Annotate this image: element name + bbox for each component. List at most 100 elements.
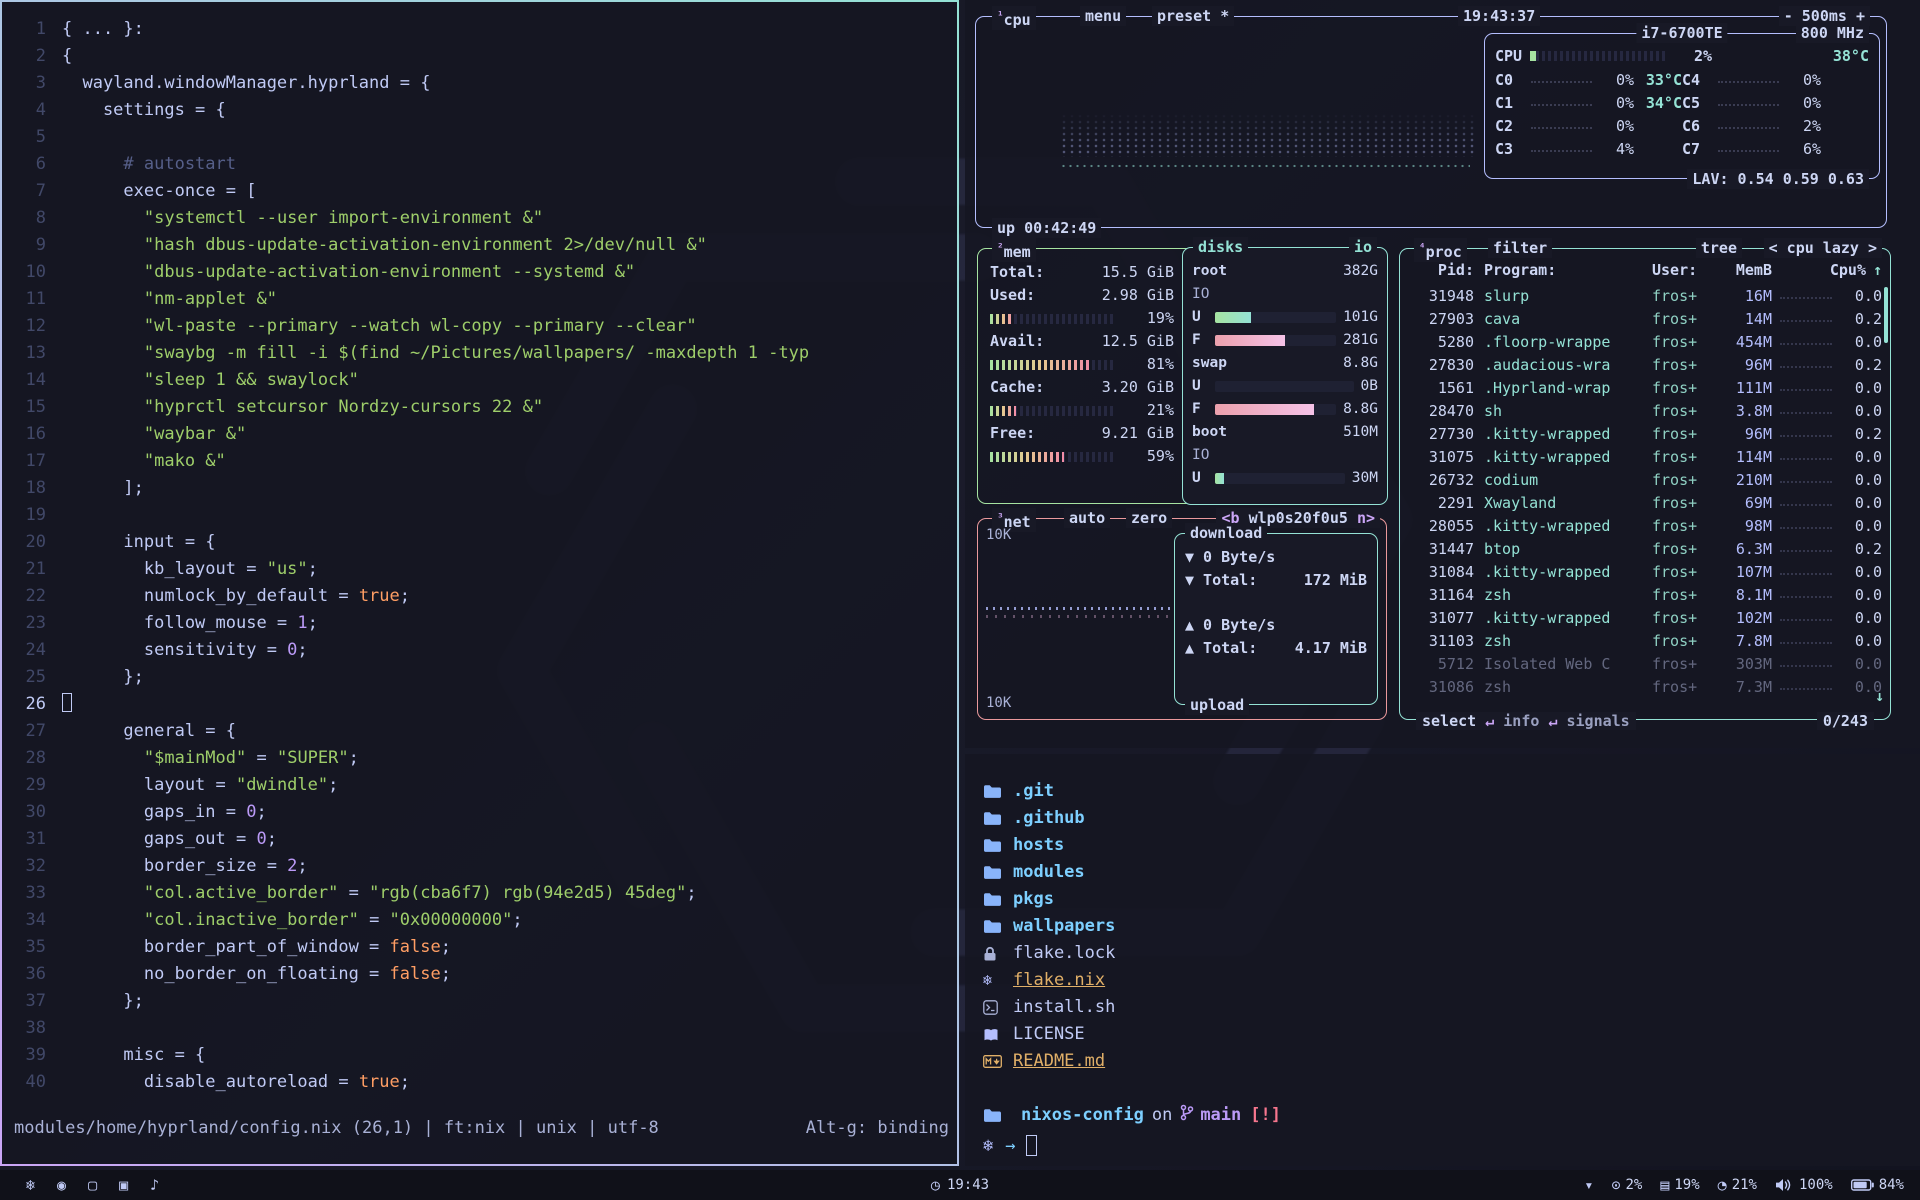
editor-line[interactable]: 11 "nm-applet &" [2, 286, 957, 313]
editor-line[interactable]: 10 "dbus-update-activation-environment -… [2, 259, 957, 286]
header-program[interactable]: Program: [1484, 259, 1652, 282]
header-pid[interactable]: Pid: [1408, 259, 1474, 282]
process-row[interactable]: 31103zshfros+7.8M0.0 [1408, 630, 1882, 653]
process-row[interactable]: 31084.kitty-wrappedfros+107M0.0 [1408, 561, 1882, 584]
process-row[interactable]: 31075.kitty-wrappedfros+114M0.0 [1408, 446, 1882, 469]
editor-line[interactable]: 40 disable_autoreload = true; [2, 1069, 957, 1096]
mem-box-title[interactable]: ²mem [992, 238, 1036, 262]
process-row[interactable]: 31086zshfros+7.3M0.0 [1408, 676, 1882, 699]
cpu-box-title[interactable]: ¹cpu [992, 6, 1036, 30]
preset-button[interactable]: preset * [1152, 6, 1234, 26]
proc-scrollbar[interactable] [1884, 287, 1888, 343]
editor-line[interactable]: 12 "wl-paste --primary --watch wl-copy -… [2, 313, 957, 340]
editor-line[interactable]: 37 }; [2, 988, 957, 1015]
disks-box-title[interactable]: disks [1193, 237, 1248, 257]
waybar-module-cpu[interactable]: ⊙2% [1611, 1176, 1642, 1194]
power-icon[interactable]: ◉ [57, 1176, 66, 1194]
editor-line[interactable]: 17 "mako &" [2, 448, 957, 475]
process-row[interactable]: 28055.kitty-wrappedfros+98M0.0 [1408, 515, 1882, 538]
net-zero-toggle[interactable]: zero [1126, 508, 1172, 528]
process-row[interactable]: 27830.audacious-wrafros+96M0.2 [1408, 354, 1882, 377]
process-row[interactable]: 31948slurpfros+16M0.0 [1408, 285, 1882, 308]
waybar-module-memory[interactable]: ▤19% [1660, 1176, 1699, 1194]
editor-line[interactable]: 29 layout = "dwindle"; [2, 772, 957, 799]
editor-window[interactable]: 1{ ... }:2{3 wayland.windowManager.hyprl… [0, 0, 959, 1166]
process-row[interactable]: 28470shfros+3.8M0.0 [1408, 400, 1882, 423]
window-icon[interactable]: ▢ [88, 1176, 97, 1194]
net-auto-toggle[interactable]: auto [1064, 508, 1110, 528]
card-icon[interactable]: ▣ [119, 1176, 128, 1194]
proc-header-row[interactable]: Pid: Program: User: MemB Cpu% ↑ [1408, 259, 1882, 282]
editor-line[interactable]: 22 numlock_by_default = true; [2, 583, 957, 610]
code-token: gaps_out = [62, 829, 256, 849]
editor-line[interactable]: 20 input = { [2, 529, 957, 556]
process-row[interactable]: 27903cavafros+14M0.2 [1408, 308, 1882, 331]
editor-line[interactable]: 30 gaps_in = 0; [2, 799, 957, 826]
editor-line[interactable]: 25 }; [2, 664, 957, 691]
waybar-module-tray[interactable]: ▾ [1584, 1176, 1593, 1194]
editor-line[interactable]: 2{ [2, 43, 957, 70]
editor-line[interactable]: 15 "hyprctl setcursor Nordzy-cursors 22 … [2, 394, 957, 421]
editor-line[interactable]: 39 misc = { [2, 1042, 957, 1069]
editor-line[interactable]: 38 [2, 1015, 957, 1042]
sort-arrow-icon[interactable]: ↑ [1866, 259, 1882, 282]
editor-line[interactable]: 8 "systemctl --user import-environment &… [2, 205, 957, 232]
btop-window[interactable]: ¹cpu menu preset * 19:43:37 - 500ms + up… [965, 0, 1920, 748]
process-list[interactable]: 31948slurpfros+16M0.027903cavafros+14M0.… [1408, 285, 1882, 699]
editor-line[interactable]: 24 sensitivity = 0; [2, 637, 957, 664]
editor-buffer[interactable]: 1{ ... }:2{3 wayland.windowManager.hyprl… [2, 16, 957, 1096]
shell-input-line[interactable]: ❄ → [983, 1135, 1037, 1156]
process-row[interactable]: 2291Xwaylandfros+69M0.0 [1408, 492, 1882, 515]
editor-line[interactable]: 9 "hash dbus-update-activation-environme… [2, 232, 957, 259]
header-user[interactable]: User: [1652, 259, 1716, 282]
editor-line[interactable]: 31 gaps_out = 0; [2, 826, 957, 853]
editor-line[interactable]: 7 exec-once = [ [2, 178, 957, 205]
editor-line[interactable]: 16 "waybar &" [2, 421, 957, 448]
header-memb[interactable]: MemB [1716, 259, 1772, 282]
editor-line[interactable]: 6 # autostart [2, 151, 957, 178]
editor-line[interactable]: 13 "swaybg -m fill -i $(find ~/Pictures/… [2, 340, 957, 367]
process-row[interactable]: 5712Isolated Web Cfros+303M0.0 [1408, 653, 1882, 676]
nix-icon[interactable]: ❄ [26, 1176, 35, 1194]
process-row[interactable]: 31077.kitty-wrappedfros+102M0.0 [1408, 607, 1882, 630]
waybar-module-disk[interactable]: ◔21% [1718, 1176, 1757, 1194]
proc-tree-toggle[interactable]: tree [1696, 238, 1742, 258]
process-row[interactable]: 1561.Hyprland-wrapfros+111M0.0 [1408, 377, 1882, 400]
menu-button[interactable]: menu [1080, 6, 1126, 26]
cpu-value: 2% [1625, 1177, 1642, 1193]
disks-io-toggle[interactable]: io [1349, 237, 1377, 257]
proc-sort-selector[interactable]: < cpu lazy > [1764, 238, 1882, 258]
editor-line[interactable]: 23 follow_mouse = 1; [2, 610, 957, 637]
process-row[interactable]: 5280.floorp-wrappefros+454M0.0 [1408, 331, 1882, 354]
waybar-module-volume[interactable]: 100% [1775, 1177, 1833, 1193]
proc-footer-keys[interactable]: select ↵ info ↵ signals [1416, 712, 1636, 730]
editor-line[interactable]: 21 kb_layout = "us"; [2, 556, 957, 583]
clock-module[interactable]: ◷ 19:43 [931, 1170, 989, 1200]
mem-meter: 81% [990, 353, 1174, 376]
editor-line[interactable]: 14 "sleep 1 && swaylock" [2, 367, 957, 394]
terminal-window[interactable]: .git.githubhostsmodulespkgswallpapersfla… [965, 754, 1920, 1166]
editor-line[interactable]: 32 border_size = 2; [2, 853, 957, 880]
waybar-module-battery[interactable]: 84% [1851, 1177, 1904, 1193]
editor-line[interactable]: 35 border_part_of_window = false; [2, 934, 957, 961]
scroll-down-icon[interactable]: ↓ [1875, 687, 1884, 705]
process-row[interactable]: 31164zshfros+8.1M0.0 [1408, 584, 1882, 607]
editor-line[interactable]: 34 "col.inactive_border" = "0x00000000"; [2, 907, 957, 934]
editor-line[interactable]: 26 [2, 691, 957, 718]
editor-line[interactable]: 18 ]; [2, 475, 957, 502]
editor-line[interactable]: 36 no_border_on_floating = false; [2, 961, 957, 988]
editor-line[interactable]: 28 "$mainMod" = "SUPER"; [2, 745, 957, 772]
editor-line[interactable]: 4 settings = { [2, 97, 957, 124]
process-row[interactable]: 27730.kitty-wrappedfros+96M0.2 [1408, 423, 1882, 446]
music-icon[interactable]: ♪ [150, 1176, 159, 1194]
editor-line[interactable]: 33 "col.active_border" = "rgb(cba6f7) rg… [2, 880, 957, 907]
process-row[interactable]: 26732codiumfros+210M0.0 [1408, 469, 1882, 492]
header-cpu[interactable]: Cpu% [1824, 259, 1866, 282]
editor-line[interactable]: 5 [2, 124, 957, 151]
editor-line[interactable]: 19 [2, 502, 957, 529]
editor-line[interactable]: 27 general = { [2, 718, 957, 745]
process-row[interactable]: 31447btopfros+6.3M0.2 [1408, 538, 1882, 561]
proc-filter-button[interactable]: filter [1488, 238, 1552, 258]
editor-line[interactable]: 1{ ... }: [2, 16, 957, 43]
editor-line[interactable]: 3 wayland.windowManager.hyprland = { [2, 70, 957, 97]
